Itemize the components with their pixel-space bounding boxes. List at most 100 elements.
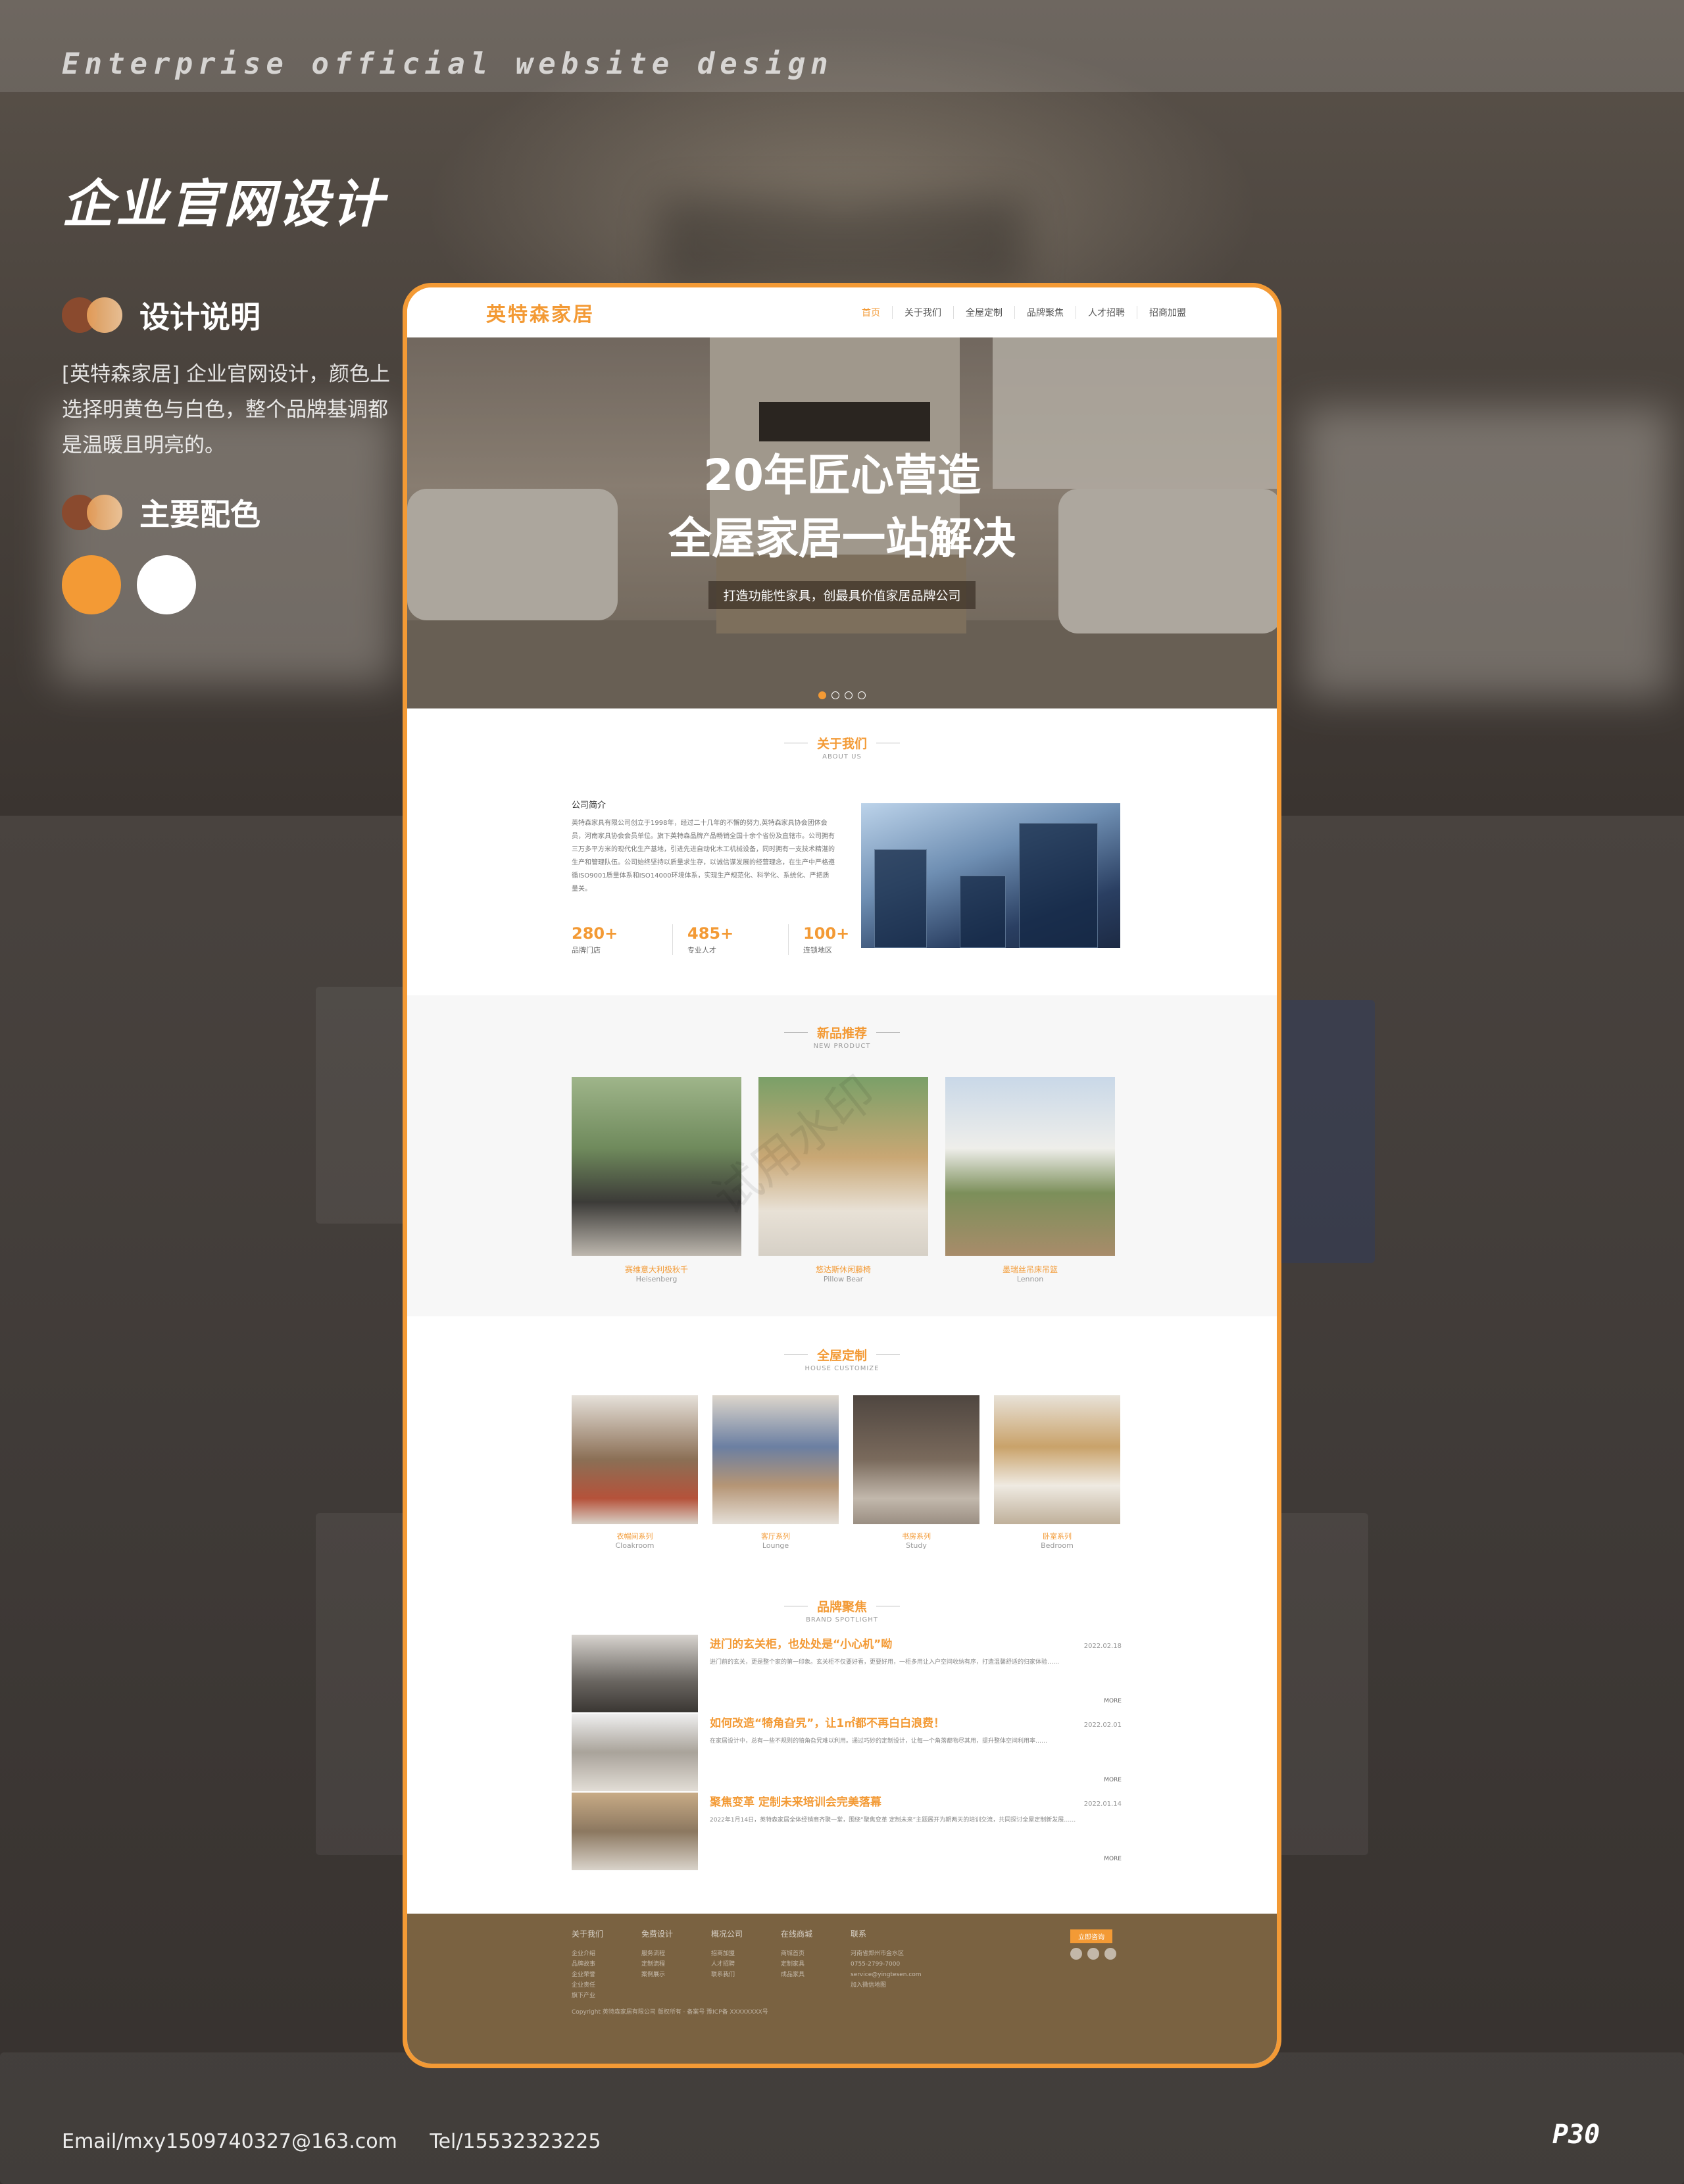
product-image-rattan-chair[interactable] xyxy=(758,1077,928,1256)
stat-value: 280+ xyxy=(572,924,618,943)
product-list: 赛维意大利极秋千 Heisenberg 悠达斯休闲藤椅 Pillow Bear … xyxy=(572,1077,1115,1283)
custom-title: 全屋定制 xyxy=(784,1346,900,1364)
custom-image-study[interactable] xyxy=(853,1395,979,1524)
custom-heading: 全屋定制 HOUSE CUSTOMIZE xyxy=(407,1345,1277,1372)
news-header: 如何改造“犄角旮旯”，让1㎡都不再白白浪费！ 2022.02.01 xyxy=(710,1714,1122,1730)
footer-link[interactable]: 定制家具 xyxy=(781,1959,812,1970)
custom-card[interactable]: 书房系列 Study xyxy=(853,1395,979,1550)
menu-item-brand[interactable]: 品牌聚焦 xyxy=(1015,306,1076,319)
custom-list: 衣帽间系列 Cloakroom 客厅系列 Lounge 书房系列 Study 卧… xyxy=(572,1395,1120,1550)
menu-item-franchise[interactable]: 招商加盟 xyxy=(1137,306,1198,319)
footer-col-about: 关于我们 企业介绍 品牌故事 企业荣誉 企业责任 旗下产业 xyxy=(572,1928,603,2001)
footer-link[interactable]: 招商加盟 xyxy=(711,1948,743,1959)
footer-link[interactable]: 企业介绍 xyxy=(572,1948,603,1959)
design-notes-title: 设计说明 xyxy=(139,299,260,335)
custom-image-lounge[interactable] xyxy=(712,1395,839,1524)
product-card[interactable]: 悠达斯休闲藤椅 Pillow Bear xyxy=(758,1077,928,1283)
product-card[interactable]: 墨瑞丝吊床吊篮 Lennon xyxy=(945,1077,1115,1283)
news-thumbnail[interactable] xyxy=(572,1714,698,1791)
site-navbar: 英特森家居 首页 关于我们 全屋定制 品牌聚焦 人才招聘 招商加盟 xyxy=(407,287,1277,337)
footer-link[interactable]: 商城首页 xyxy=(781,1948,812,1959)
news-thumbnail[interactable] xyxy=(572,1793,698,1870)
brand-spotlight-section: 品牌聚焦 BRAND SPOTLIGHT 进门的玄关柜，也处处是“小心机”呦 2… xyxy=(407,1585,1277,1895)
menu-item-about[interactable]: 关于我们 xyxy=(893,306,954,319)
product-image-hanging-chair[interactable] xyxy=(945,1077,1115,1256)
products-heading: 新品推荐 NEW PRODUCT xyxy=(407,1023,1277,1050)
hero-line1: 20年匠心营造 xyxy=(703,450,981,501)
hero-dot-2[interactable] xyxy=(831,691,839,699)
footer-email[interactable]: service@yingtesen.com xyxy=(851,1970,922,1980)
new-products-section: 新品推荐 NEW PRODUCT 赛维意大利极秋千 Heisenberg 悠达斯… xyxy=(407,995,1277,1316)
product-name-en: Pillow Bear xyxy=(823,1275,864,1283)
company-intro-text: 英特森家具有限公司创立于1998年，经过二十几年的不懈的努力,英特森家具协会团体… xyxy=(572,820,835,893)
site-logo[interactable]: 英特森家居 xyxy=(486,298,595,327)
footer-link[interactable]: 联系我们 xyxy=(711,1970,743,1980)
brand-heading: 品牌聚焦 BRAND SPOTLIGHT xyxy=(407,1597,1277,1624)
footer-link[interactable]: 服务流程 xyxy=(641,1948,673,1959)
menu-item-home[interactable]: 首页 xyxy=(850,306,893,319)
footer-link[interactable]: 人才招聘 xyxy=(711,1959,743,1970)
menu-item-custom[interactable]: 全屋定制 xyxy=(954,306,1015,319)
stat-talent: 485+ 专业人才 xyxy=(687,924,789,955)
footer-consult-button[interactable]: 立即咨询 xyxy=(1070,1929,1112,1943)
english-title: Enterprise official website design xyxy=(62,47,833,81)
footer-link[interactable]: 企业荣誉 xyxy=(572,1970,603,1980)
footer-map-link[interactable]: 加入微信地图 xyxy=(851,1980,922,1991)
stat-label: 专业人才 xyxy=(687,946,716,955)
website-mockup-frame: 英特森家居 首页 关于我们 全屋定制 品牌聚焦 人才招聘 招商加盟 20年匠心营… xyxy=(403,283,1281,2068)
news-header: 进门的玄关柜，也处处是“小心机”呦 2022.02.18 xyxy=(710,1635,1122,1651)
footer-link[interactable]: 品牌故事 xyxy=(572,1959,603,1970)
news-body: 如何改造“犄角旮旯”，让1㎡都不再白白浪费！ 2022.02.01 在家居设计中… xyxy=(710,1714,1122,1747)
company-intro-label: 公司简介 xyxy=(572,801,607,810)
news-more-link[interactable]: MORE xyxy=(1104,1856,1122,1862)
news-more-link[interactable]: MORE xyxy=(1104,1777,1122,1783)
news-title[interactable]: 聚焦变革 定制未来培训会完美落幕 xyxy=(710,1793,881,1809)
footer-link[interactable]: 企业责任 xyxy=(572,1980,603,1991)
product-name-en: Heisenberg xyxy=(635,1275,678,1283)
qq-icon[interactable] xyxy=(1104,1948,1116,1960)
products-title: 新品推荐 xyxy=(784,1024,900,1041)
building-image xyxy=(861,803,1120,948)
hero-dot-4[interactable] xyxy=(858,691,866,699)
about-heading: 关于我们 ABOUT US xyxy=(407,733,1277,760)
footer-link[interactable]: 成品家具 xyxy=(781,1970,812,1980)
about-title-en: ABOUT US xyxy=(822,753,862,760)
footer-col-head: 概况公司 xyxy=(711,1929,743,1939)
page-number: P30 xyxy=(1552,2120,1600,2150)
stat-stores: 280+ 品牌门店 xyxy=(572,924,673,955)
news-title[interactable]: 进门的玄关柜，也处处是“小心机”呦 xyxy=(710,1635,892,1651)
footer-copyright: Copyright 英特森家居有限公司 版权所有 · 备案号 豫ICP备 XXX… xyxy=(572,2009,768,2016)
news-thumbnail[interactable] xyxy=(572,1635,698,1712)
house-customize-section: 全屋定制 HOUSE CUSTOMIZE 衣帽间系列 Cloakroom 客厅系… xyxy=(407,1316,1277,1585)
contact-info: Email/mxy1509740327@163.com Tel/15532323… xyxy=(62,2130,601,2153)
news-summary: 在家居设计中，总有一些不规则的犄角旮旯难以利用。通过巧妙的定制设计，让每一个角落… xyxy=(710,1738,1048,1745)
footer-col-head: 关于我们 xyxy=(572,1929,604,1939)
stat-label: 连锁地区 xyxy=(803,946,832,955)
color-swatch-orange xyxy=(62,555,121,614)
weibo-icon[interactable] xyxy=(1087,1948,1099,1960)
wechat-icon[interactable] xyxy=(1070,1948,1082,1960)
footer-link[interactable]: 旗下产业 xyxy=(572,1991,603,2001)
hero-dot-1[interactable] xyxy=(818,691,826,699)
about-section: 关于我们 ABOUT US 公司简介 英特森家具有限公司创立于1998年，经过二… xyxy=(407,708,1277,995)
news-summary: 进门前的玄关，更是整个家的第一印象。玄关柜不仅要好看，更要好用，一柜多用让入户空… xyxy=(710,1659,1060,1666)
custom-image-bedroom[interactable] xyxy=(994,1395,1120,1524)
custom-card[interactable]: 衣帽间系列 Cloakroom xyxy=(572,1395,698,1550)
custom-name: 衣帽间系列 xyxy=(616,1532,653,1541)
hero-dot-3[interactable] xyxy=(845,691,853,699)
color-swatch-white xyxy=(137,555,196,614)
footer-link[interactable]: 定制流程 xyxy=(641,1959,673,1970)
product-card[interactable]: 赛维意大利极秋千 Heisenberg xyxy=(572,1077,741,1283)
news-more-link[interactable]: MORE xyxy=(1104,1698,1122,1704)
brand-title-en: BRAND SPOTLIGHT xyxy=(806,1616,878,1624)
custom-card[interactable]: 卧室系列 Bedroom xyxy=(994,1395,1120,1550)
news-title[interactable]: 如何改造“犄角旮旯”，让1㎡都不再白白浪费！ xyxy=(710,1714,945,1730)
background-footer-block xyxy=(0,2052,1684,2184)
brand-title: 品牌聚焦 xyxy=(784,1597,900,1615)
custom-name-en: Study xyxy=(906,1541,927,1550)
footer-link[interactable]: 案例展示 xyxy=(641,1970,673,1980)
menu-item-jobs[interactable]: 人才招聘 xyxy=(1076,306,1137,319)
product-image-swing[interactable] xyxy=(572,1077,741,1256)
custom-image-cloakroom[interactable] xyxy=(572,1395,698,1524)
custom-card[interactable]: 客厅系列 Lounge xyxy=(712,1395,839,1550)
